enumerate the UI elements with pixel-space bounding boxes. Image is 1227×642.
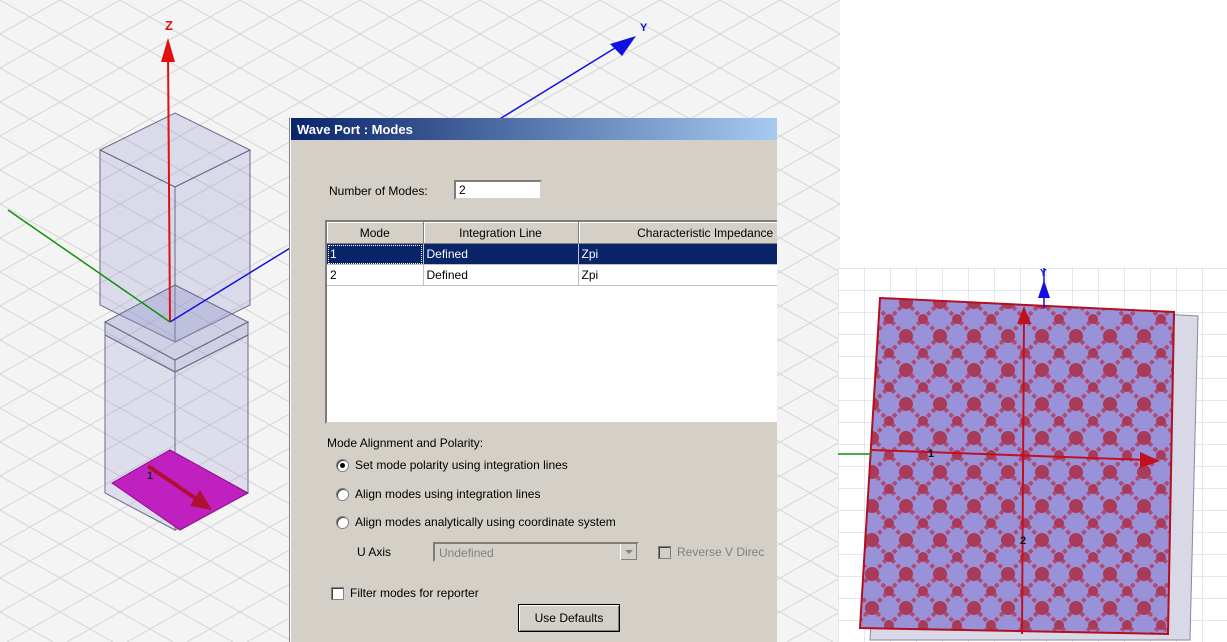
chevron-down-icon[interactable] <box>620 544 637 560</box>
wave-port-modes-dialog: Wave Port : Modes Number of Modes: Mode … <box>290 118 777 642</box>
radio-align-integration-label[interactable]: Align modes using integration lines <box>355 487 540 501</box>
mode-alignment-label: Mode Alignment and Polarity: <box>327 436 484 450</box>
radio-align-integration[interactable] <box>336 488 349 501</box>
column-header-integration-line[interactable]: Integration Line <box>423 222 579 244</box>
u-axis-label: U Axis <box>357 545 392 559</box>
use-defaults-button[interactable]: Use Defaults <box>518 604 620 632</box>
integration-line-cell[interactable]: Defined <box>423 264 579 286</box>
table-row[interactable]: 2 Defined Zpi <box>327 264 777 286</box>
modes-table[interactable]: Mode Integration Line Characteristic Imp… <box>325 220 777 424</box>
filter-modes-label[interactable]: Filter modes for reporter <box>350 586 479 600</box>
integration-line-2-label: 2 <box>1020 535 1027 547</box>
right-3d-scene <box>838 268 1227 642</box>
right-y-axis-label: Y <box>1040 268 1047 279</box>
integration-line-cell[interactable]: Defined <box>423 243 579 265</box>
dialog-titlebar[interactable]: Wave Port : Modes <box>291 118 777 140</box>
number-of-modes-label: Number of Modes: <box>329 184 428 198</box>
z-axis-label: Z <box>165 18 173 33</box>
mode-cell[interactable]: 2 <box>327 264 424 286</box>
table-header-row: Mode Integration Line Characteristic Imp… <box>327 222 777 244</box>
y-axis-label: Y <box>640 22 648 34</box>
column-header-mode[interactable]: Mode <box>327 222 424 244</box>
radio-align-analytic[interactable] <box>336 516 349 529</box>
impedance-cell[interactable]: Zpi <box>578 264 777 286</box>
reverse-v-label: Reverse V Direc <box>677 545 765 559</box>
reverse-v-checkbox[interactable] <box>658 546 671 559</box>
table-row[interactable]: 1 Defined Zpi <box>327 243 777 265</box>
filter-modes-checkbox[interactable] <box>331 587 344 600</box>
radio-set-polarity-label[interactable]: Set mode polarity using integration line… <box>355 458 568 472</box>
number-of-modes-input[interactable] <box>454 180 542 200</box>
radio-align-analytic-label[interactable]: Align modes analytically using coordinat… <box>355 515 616 529</box>
integration-line-1-label: 1 <box>928 448 935 460</box>
port-number-label: 1 <box>147 470 154 482</box>
u-axis-value: Undefined <box>439 546 494 560</box>
mode-cell[interactable]: 1 <box>327 243 424 265</box>
u-axis-select[interactable]: Undefined <box>433 542 639 562</box>
port-field-face[interactable] <box>858 296 1176 636</box>
impedance-cell[interactable]: Zpi <box>578 243 777 265</box>
dialog-title: Wave Port : Modes <box>297 122 413 137</box>
radio-set-polarity[interactable] <box>336 459 349 472</box>
column-header-impedance[interactable]: Characteristic Impedance (Z <box>578 222 777 244</box>
port-field-viewport[interactable]: Y 1 2 <box>838 268 1227 642</box>
